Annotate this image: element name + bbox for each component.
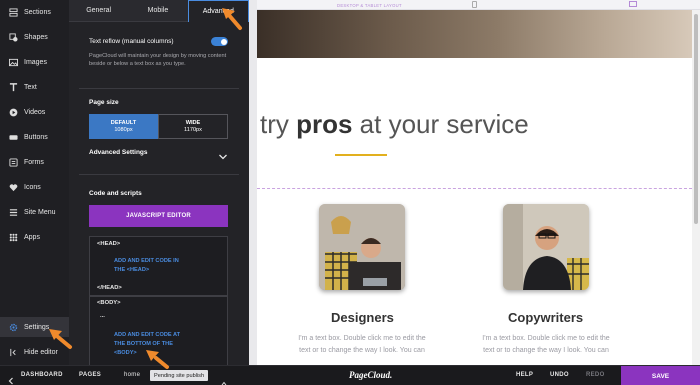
rail-label: Site Menu <box>24 208 56 216</box>
page-canvas[interactable]: DESKTOP & TABLET LAYOUT try pros at your… <box>249 0 700 365</box>
menu-icon <box>9 208 18 217</box>
text-icon <box>9 82 18 92</box>
card-desc-copywriters-line1[interactable]: I'm a text box. Double click me to edit … <box>466 333 626 345</box>
redo-button[interactable]: REDO <box>586 372 605 378</box>
card-desc-designers-line1[interactable]: I'm a text box. Double click me to edit … <box>282 333 442 345</box>
rail-label: Icons <box>24 183 41 191</box>
tab-general[interactable]: General <box>69 0 129 22</box>
rail-item-sections[interactable]: Sections <box>0 2 69 22</box>
current-page-name[interactable]: home <box>124 372 140 378</box>
dashboard-link[interactable]: DASHBOARD <box>21 372 63 378</box>
page-size-title: Page size <box>89 99 119 106</box>
body-code-link-line2[interactable]: THE BOTTOM OF THE <box>114 340 173 348</box>
rail-item-icons[interactable]: Icons <box>0 177 69 197</box>
forms-icon <box>9 157 18 167</box>
video-icon <box>9 108 18 117</box>
size-default-button[interactable]: DEFAULT 1080px <box>89 114 158 139</box>
rail-item-text[interactable]: Text <box>0 77 69 97</box>
size-wide-label: WIDE <box>185 119 201 126</box>
rail-label: Sections <box>24 8 51 16</box>
left-rail: Sections Shapes Images Text Videos Butto… <box>0 0 69 365</box>
body-ellipsis: ... <box>100 313 105 319</box>
card-role-copywriters[interactable]: Copywriters <box>508 310 583 325</box>
chevron-down-icon[interactable] <box>218 148 228 160</box>
rail-item-buttons[interactable]: Buttons <box>0 127 69 147</box>
button-icon <box>9 133 18 142</box>
heart-icon <box>9 183 18 192</box>
apps-icon <box>9 233 18 242</box>
size-default-label: DEFAULT <box>110 119 137 126</box>
size-default-value: 1080px <box>114 126 133 133</box>
body-open-tag: <BODY> <box>97 300 121 306</box>
heading-pre: try <box>260 109 297 139</box>
gear-icon <box>9 323 18 332</box>
chevron-up-icon[interactable] <box>221 373 227 385</box>
reflow-toggle[interactable] <box>211 37 228 46</box>
layout-label: DESKTOP & TABLET LAYOUT <box>337 3 402 8</box>
rail-item-apps[interactable]: Apps <box>0 227 69 247</box>
divider <box>79 174 239 175</box>
head-open-tag: <HEAD> <box>97 241 121 247</box>
publish-status-badge: Pending site publish <box>150 370 209 381</box>
rail-label: Shapes <box>24 33 48 41</box>
reflow-note: PageCloud will maintain your design by m… <box>89 53 227 67</box>
rail-item-shapes[interactable]: Shapes <box>0 27 69 47</box>
head-close-tag: </HEAD> <box>97 285 122 291</box>
size-wide-value: 1170px <box>184 126 202 133</box>
section-heading[interactable]: try pros at your service <box>260 109 529 140</box>
chevron-left-icon[interactable] <box>8 372 14 385</box>
save-button[interactable]: SAVE <box>621 366 700 385</box>
rail-label: Apps <box>24 233 40 241</box>
tab-mobile[interactable]: Mobile <box>128 0 188 22</box>
rail-item-videos[interactable]: Videos <box>0 102 69 122</box>
bottom-bar: DASHBOARD PAGES home Pending site publis… <box>0 365 700 385</box>
section-guide <box>257 188 692 189</box>
card-role-designers[interactable]: Designers <box>331 310 394 325</box>
copywriter-photo[interactable] <box>503 204 589 290</box>
divider <box>79 88 239 89</box>
heading-post: at your service <box>352 109 529 139</box>
rail-label: Images <box>24 58 47 66</box>
body-code-link-line3[interactable]: <BODY> <box>114 349 137 357</box>
annotation-arrow-icon <box>222 8 242 30</box>
designer-photo[interactable] <box>319 204 405 290</box>
tablet-icon[interactable] <box>472 1 477 8</box>
pages-button[interactable]: PAGES <box>79 372 101 378</box>
layout-bar: DESKTOP & TABLET LAYOUT <box>257 0 700 10</box>
annotation-arrow-icon <box>146 350 169 369</box>
brand-logo: PageCloud. <box>349 370 393 380</box>
rail-item-site-menu[interactable]: Site Menu <box>0 202 69 222</box>
shapes-icon <box>9 32 18 42</box>
help-button[interactable]: HELP <box>516 372 533 378</box>
rail-label: Text <box>24 83 37 91</box>
javascript-editor-button[interactable]: JAVASCRIPT EDITOR <box>89 205 228 227</box>
heading-bold: pros <box>296 109 353 139</box>
reflow-title: Text reflow (manual columns) <box>89 38 174 45</box>
head-code-link-line2[interactable]: THE <HEAD> <box>114 266 149 274</box>
editor-window: Sections Shapes Images Text Videos Butto… <box>0 0 700 385</box>
body-code-link-line1[interactable]: ADD AND EDIT CODE AT <box>114 331 180 339</box>
size-wide-button[interactable]: WIDE 1170px <box>158 114 228 139</box>
code-title: Code and scripts <box>89 190 142 197</box>
settings-panel: General Mobile Advanced Text reflow (man… <box>69 0 249 365</box>
collapse-icon <box>9 348 18 357</box>
rail-label: Buttons <box>24 133 48 141</box>
undo-button[interactable]: UNDO <box>550 372 569 378</box>
rail-label: Forms <box>24 158 44 166</box>
desktop-icon[interactable] <box>629 1 637 7</box>
annotation-arrow-icon <box>49 329 72 349</box>
advanced-settings-toggle[interactable]: Advanced Settings <box>89 149 148 156</box>
image-icon <box>9 58 18 67</box>
rail-item-images[interactable]: Images <box>0 52 69 72</box>
scrollbar-thumb[interactable] <box>694 14 698 224</box>
head-code-link-line1[interactable]: ADD AND EDIT CODE IN <box>114 257 179 265</box>
canvas-gutter <box>249 0 257 365</box>
hero-image[interactable] <box>257 10 692 58</box>
card-desc-designers-line2[interactable]: text or to change the way I look. You ca… <box>282 345 442 357</box>
heading-underline <box>335 154 387 156</box>
rail-item-forms[interactable]: Forms <box>0 152 69 172</box>
card-desc-copywriters-line2[interactable]: text or to change the way I look. You ca… <box>466 345 626 357</box>
sections-icon <box>9 7 18 17</box>
rail-label: Videos <box>24 108 46 116</box>
